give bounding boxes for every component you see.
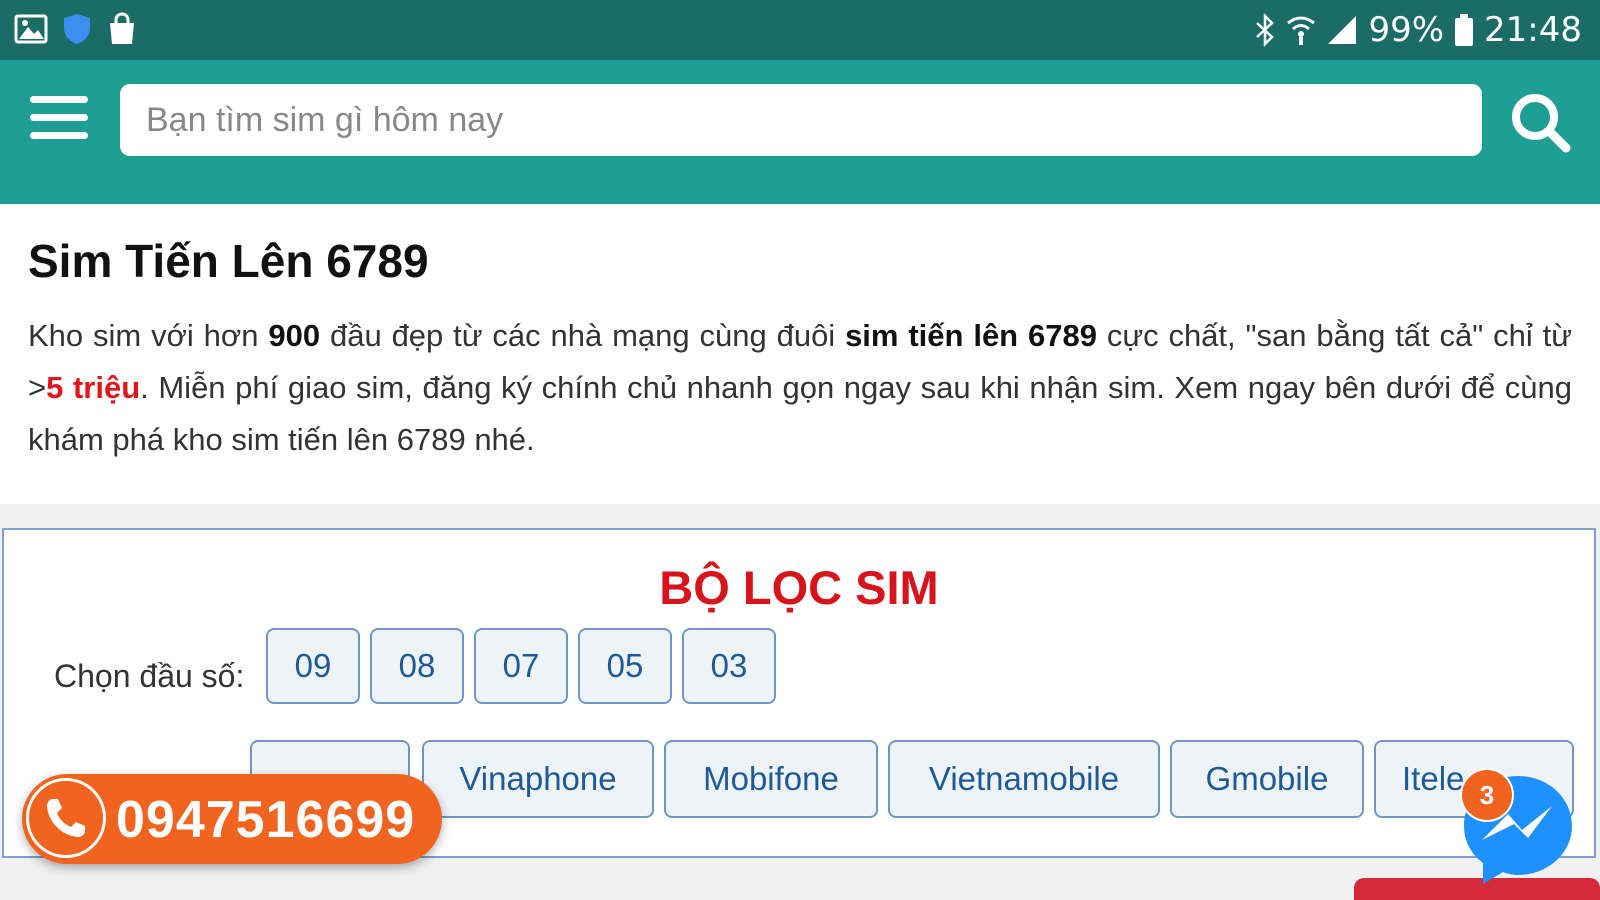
status-bar-right: 99% 21:48 [1254,10,1582,50]
hotline-number: 0947516699 [116,791,416,849]
network-chip-gmobile[interactable]: Gmobile [1170,740,1364,818]
intro-text: Kho sim với hơn 900 đầu đẹp từ các nhà m… [28,310,1572,466]
filter-title: BỘ LỌC SIM [659,561,939,614]
status-bar: 99% 21:48 [0,0,1600,60]
intro-part: Kho sim với hơn [28,318,269,353]
clock: 21:48 [1484,10,1582,50]
gallery-icon [14,14,48,44]
prefix-chip-08[interactable]: 08 [370,628,464,704]
call-hotline-button[interactable]: 0947516699 [22,774,442,864]
intro-section: Sim Tiến Lên 6789 Kho sim với hơn 900 đầ… [0,204,1600,504]
wifi-icon [1287,16,1316,45]
intro-part: đầu đẹp từ các nhà mạng cùng đuôi [320,318,846,353]
intro-part: . Miễn phí giao sim, đăng ký chính chủ n… [28,370,1573,457]
menu-icon[interactable] [30,96,88,144]
page-title: Sim Tiến Lên 6789 [28,235,429,287]
prefix-chip-07[interactable]: 07 [474,628,568,704]
battery-percent: 99% [1368,10,1445,50]
status-bar-left-icons [14,12,138,46]
prefix-chip-03[interactable]: 03 [682,628,776,704]
network-chip-mobifone[interactable]: Mobifone [664,740,878,818]
search-icon[interactable] [1508,90,1572,154]
prefix-chip-05[interactable]: 05 [578,628,672,704]
messenger-badge: 3 [1462,770,1512,820]
prefix-chip-09[interactable]: 09 [266,628,360,704]
prefix-label: Chọn đầu số: [54,658,245,694]
signal-icon [1328,16,1357,44]
network-chip-vinaphone[interactable]: Vinaphone [422,740,654,818]
intro-price-highlight: 5 triệu [46,370,141,405]
intro-bold-count: 900 [268,318,321,353]
search-input[interactable] [120,84,1482,156]
app-header [0,60,1600,204]
shield-icon [64,14,90,44]
shopping-bag-icon [110,12,134,44]
intro-bold-keyword: sim tiến lên 6789 [845,318,1097,353]
phone-icon [26,778,106,858]
network-chip-vietnamobile[interactable]: Vietnamobile [888,740,1160,818]
bluetooth-icon [1256,13,1275,47]
battery-icon [1455,14,1474,46]
